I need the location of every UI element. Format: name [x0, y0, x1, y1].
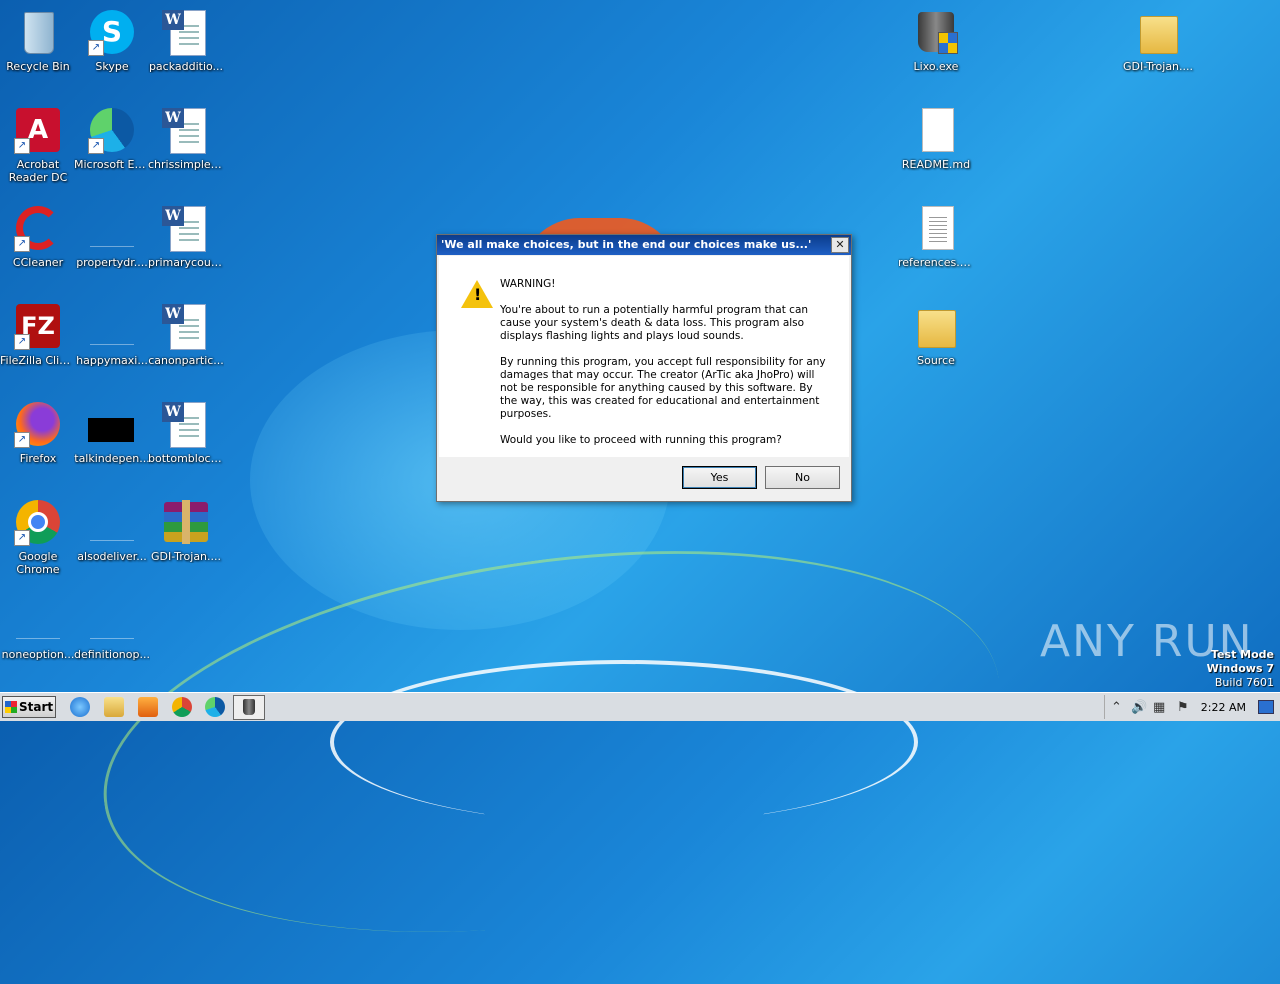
firefox-icon: ↗: [14, 400, 62, 448]
word-document-icon: W: [162, 106, 210, 154]
show-desktop-icon[interactable]: [1258, 700, 1274, 714]
desktop-icon-alsodeliver[interactable]: alsodeliver...: [74, 492, 150, 582]
desktop-icon-recycle-bin[interactable]: Recycle Bin: [0, 2, 76, 92]
action-center-flag-icon[interactable]: ⚑: [1177, 700, 1189, 715]
media-player-taskbar-icon[interactable]: [138, 697, 158, 717]
warning-question: Would you like to proceed with running t…: [500, 434, 782, 446]
trash-can-icon: [243, 699, 255, 715]
black-thumbnail-icon: [88, 400, 136, 448]
text-document-icon: [912, 204, 960, 252]
dialog-body: ! WARNING! You're about to run a potenti…: [439, 256, 849, 457]
shortcut-arrow-icon: ↗: [14, 530, 30, 546]
desktop-icon-chrissimple[interactable]: W chrissimple.rtf: [148, 100, 224, 190]
desktop-icon-firefox[interactable]: ↗ Firefox: [0, 394, 76, 484]
desktop-icon-talkindepen[interactable]: talkindepen...: [74, 394, 150, 484]
chrome-taskbar-icon[interactable]: [172, 697, 192, 717]
desktop-icon-bottomblock[interactable]: W bottomblock...: [148, 394, 224, 484]
winrar-archive-icon: [162, 498, 210, 546]
blank-file-icon: [88, 204, 136, 252]
desktop-icon-canonpartic[interactable]: W canonpartic...: [148, 296, 224, 386]
dialog-close-button[interactable]: ✕: [831, 237, 849, 253]
desktop-icon-packadditio[interactable]: W packadditio...: [148, 2, 224, 92]
shortcut-arrow-icon: ↗: [14, 236, 30, 252]
no-button[interactable]: No: [765, 466, 840, 489]
warning-paragraph-1: You're about to run a potentially harmfu…: [500, 304, 809, 342]
blank-file-icon: [14, 596, 62, 644]
edge-taskbar-icon[interactable]: [205, 697, 225, 717]
acrobat-icon: A ↗: [14, 106, 62, 154]
warning-icon: !: [461, 280, 493, 308]
desktop-icon-filezilla[interactable]: FZ ↗ FileZilla Client: [0, 296, 76, 386]
desktop-icon-primarycoup[interactable]: W primarycoup...: [148, 198, 224, 288]
internet-explorer-taskbar-icon[interactable]: [70, 697, 90, 717]
skype-icon: S ↗: [88, 8, 136, 56]
edge-icon: ↗: [88, 106, 136, 154]
desktop-icon-happymaxi[interactable]: happymaxi...: [74, 296, 150, 386]
dialog-titlebar[interactable]: 'We all make choices, but in the end our…: [437, 235, 851, 255]
word-document-icon: W: [162, 204, 210, 252]
desktop-icon-propertydr[interactable]: propertydr....: [74, 198, 150, 288]
warning-heading: WARNING!: [500, 278, 556, 290]
desktop-icon-chrome[interactable]: ↗ Google Chrome: [0, 492, 76, 582]
desktop-icon-edge[interactable]: ↗ Microsoft Edge: [74, 100, 150, 190]
desktop-icon-readme[interactable]: README.md: [898, 100, 974, 190]
blank-document-icon: [912, 106, 960, 154]
shortcut-arrow-icon: ↗: [14, 432, 30, 448]
desktop-icon-lixo-exe[interactable]: Lixo.exe: [898, 2, 974, 92]
yes-button[interactable]: Yes: [682, 466, 757, 489]
word-document-icon: W: [162, 8, 210, 56]
desktop-icon-gdi-trojan-folder[interactable]: GDI-Trojan....: [1120, 2, 1196, 92]
desktop-icon-skype[interactable]: S ↗ Skype: [74, 2, 150, 92]
windows-logo-icon: [5, 701, 17, 713]
desktop-icon-noneoption[interactable]: noneoption...: [0, 590, 76, 680]
system-tray: ⌃ 🔊 ▦ ⚑ 2:22 AM: [1104, 695, 1280, 719]
filezilla-icon: FZ ↗: [14, 302, 62, 350]
desktop-icon-gdi-trojan-archive[interactable]: GDI-Trojan....: [148, 492, 224, 582]
shortcut-arrow-icon: ↗: [14, 138, 30, 154]
taskbar: Start ⌃ 🔊 ▦ ⚑ 2:22 AM: [0, 692, 1280, 721]
dialog-message: WARNING! You're about to run a potential…: [500, 278, 830, 460]
folder-icon: [1134, 8, 1182, 56]
word-document-icon: W: [162, 400, 210, 448]
trash-can-icon: [912, 8, 960, 56]
folder-icon: [912, 302, 960, 350]
show-hidden-icons-chevron-icon[interactable]: ⌃: [1111, 700, 1122, 715]
desktop-icon-acrobat[interactable]: A ↗ Acrobat Reader DC: [0, 100, 76, 190]
blank-file-icon: [88, 302, 136, 350]
test-mode-line3: Build 7601: [1214, 676, 1274, 689]
test-mode-line1: Test Mode: [1211, 648, 1274, 661]
blank-file-icon: [88, 596, 136, 644]
shortcut-arrow-icon: ↗: [88, 40, 104, 56]
start-label: Start: [19, 700, 54, 714]
warning-dialog: 'We all make choices, but in the end our…: [436, 234, 852, 502]
word-document-icon: W: [162, 302, 210, 350]
warning-paragraph-2: By running this program, you accept full…: [500, 356, 826, 420]
file-explorer-taskbar-icon[interactable]: [104, 697, 124, 717]
desktop-icon-source[interactable]: Source: [898, 296, 974, 386]
desktop-icon-references[interactable]: references.txt: [898, 198, 974, 288]
blank-file-icon: [88, 498, 136, 546]
volume-icon[interactable]: 🔊: [1131, 700, 1147, 715]
desktop-icon-ccleaner[interactable]: ↗ CCleaner: [0, 198, 76, 288]
recycle-bin-icon: [14, 8, 62, 56]
ccleaner-icon: ↗: [14, 204, 62, 252]
lixo-taskbar-button[interactable]: [233, 695, 265, 720]
network-icon[interactable]: ▦: [1153, 700, 1165, 715]
desktop-icon-definitionop[interactable]: definitionop...: [74, 590, 150, 680]
shortcut-arrow-icon: ↗: [88, 138, 104, 154]
taskbar-clock[interactable]: 2:22 AM: [1201, 701, 1246, 714]
chrome-icon: ↗: [14, 498, 62, 546]
shortcut-arrow-icon: ↗: [14, 334, 30, 350]
dialog-title: 'We all make choices, but in the end our…: [441, 238, 812, 251]
start-button[interactable]: Start: [2, 696, 56, 718]
test-mode-notice: Test Mode Windows 7 Build 7601: [1207, 648, 1274, 690]
test-mode-line2: Windows 7: [1206, 662, 1274, 675]
